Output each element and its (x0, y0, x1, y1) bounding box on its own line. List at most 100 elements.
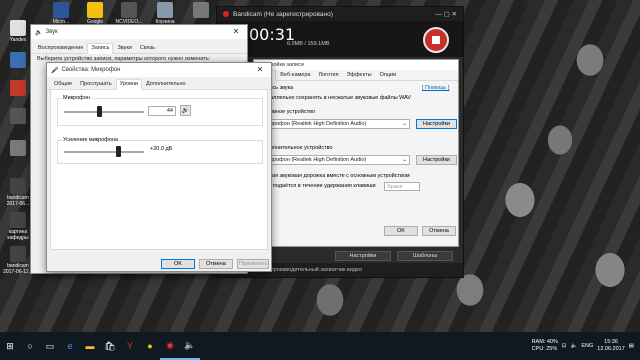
sound-taskbar-icon[interactable]: 🔈 (180, 332, 200, 360)
mic-tabs: Общие Прослушать Уровни Дополнительно (47, 79, 271, 90)
chevron-down-icon: ⌄ (402, 157, 407, 163)
clock[interactable]: 15:36 12.06.2017 (597, 339, 625, 353)
bandicam-cancel-button[interactable]: Отмена (422, 226, 456, 236)
desktop-icon[interactable]: Micro... (44, 2, 78, 25)
sound-tabs: Воспроизведение Запись Звуки Связь (31, 43, 247, 54)
mix-checkbox-label[interactable]: Общая звуковая дорожка вместе с основным… (260, 173, 410, 179)
mic-boost-track (64, 151, 144, 153)
extra-device-select[interactable]: Микрофон (Realtek High Definition Audio)… (260, 155, 410, 165)
desktop-icon[interactable] (184, 2, 218, 19)
folder-icon[interactable]: ▬ (80, 332, 100, 360)
desktop-app-icon (53, 2, 69, 18)
mic-boost-group: Усиление микрофона +20.0 дБ (57, 137, 263, 164)
mic-level-track (64, 111, 144, 113)
hold-key-field[interactable]: Space (384, 182, 420, 191)
mic-boost-slider[interactable] (115, 146, 121, 157)
notifications-icon[interactable]: ▤ (629, 343, 634, 349)
bandicam-tabs: ЗвукВеб-камераЛоготипЭффектыОпции (254, 70, 458, 81)
settings-footer-button[interactable]: Настройки (335, 251, 391, 261)
clock-time: 15:36 (604, 339, 618, 345)
mic-ok-button[interactable]: OK (161, 259, 195, 269)
desktop-app-icon (87, 2, 103, 18)
mic-boost-value: +20.0 дБ (150, 146, 173, 152)
sound-tab[interactable]: Связь (136, 43, 159, 53)
desktop-app-icon (193, 2, 209, 18)
hold-key-value: Space (387, 184, 403, 190)
language-indicator[interactable]: ENG (581, 343, 593, 349)
desktop-app-icon (10, 212, 26, 228)
desktop-app-icon (10, 178, 26, 194)
bandicam-ok-button[interactable]: OK (384, 226, 418, 236)
taskbar: ⊞ ○ ▭ e ▬ 🛍 Y ● ◉ 🔈 RAM: 40% CPU: 25% ⊡ … (0, 332, 640, 360)
chrome-icon[interactable]: ● (140, 332, 160, 360)
mic-level-slider[interactable] (97, 106, 103, 117)
sound-titlebar[interactable]: 🔈 Звук ✕ (31, 25, 247, 39)
mic-level-value: 44 (166, 108, 173, 114)
bandicam-tab[interactable]: Опции (376, 70, 401, 80)
mic-level-group: Микрофон 44 🔊 (57, 95, 263, 126)
network-icon[interactable]: ⊡ (562, 343, 567, 349)
mic-properties-window: 🎤 Свойства: Микрофон ✕ Общие Прослушать Ур… (46, 62, 272, 272)
sound-tab[interactable]: Воспроизведение (34, 43, 87, 53)
sound-tab[interactable]: Звуки (113, 43, 135, 53)
mic-tab[interactable]: Прослушать (76, 79, 116, 89)
desktop-icon[interactable]: Корзина (148, 2, 182, 25)
templates-footer-button[interactable]: Шаблоны (397, 251, 453, 261)
mic-title: Свойства: Микрофон (61, 67, 121, 73)
microphone-icon: 🎤 (51, 67, 59, 74)
volume-icon[interactable]: 🔈 (570, 343, 577, 349)
window-controls-icon[interactable]: — ▢ ✕ (435, 10, 463, 18)
edge-icon[interactable]: e (60, 332, 80, 360)
mic-cancel-button[interactable]: Отмена (199, 259, 233, 269)
bandicam-tab[interactable]: Логотип (314, 70, 342, 80)
speaker-icon: 🔈 (35, 29, 43, 36)
ram-usage: RAM: 40% (531, 339, 558, 345)
sound-tab[interactable]: Запись (87, 43, 114, 54)
close-icon[interactable]: ✕ (225, 25, 247, 39)
bandicam-tab[interactable]: Эффекты (343, 70, 376, 80)
mic-titlebar[interactable]: 🎤 Свойства: Микрофон ✕ (47, 63, 271, 77)
store-icon[interactable]: 🛍 (100, 332, 120, 360)
mic-tab[interactable]: Дополнительно (142, 79, 190, 89)
mic-boost-label: Усиление микрофона (62, 137, 119, 143)
mute-toggle-speaker-icon[interactable]: 🔊 (180, 105, 191, 116)
desktop-app-icon (157, 2, 173, 18)
record-size: 6.0MB / 159.1MB (287, 41, 330, 47)
task-view-icon[interactable]: ▭ (40, 332, 60, 360)
mic-tab[interactable]: Общие (50, 79, 76, 89)
bandicam-taskbar-icon[interactable]: ◉ (160, 332, 180, 360)
system-tray: RAM: 40% CPU: 25% ⊡ 🔈 ENG 15:36 12.06.20… (532, 339, 640, 353)
desktop-app-icon (10, 20, 26, 36)
desktop-icon[interactable]: NCVIDEO... (112, 2, 146, 25)
mic-apply-button[interactable]: Применить (237, 259, 269, 269)
search-icon[interactable]: ○ (20, 332, 40, 360)
help-link[interactable]: [ Помощь ] (422, 85, 449, 91)
clock-date: 12.06.2017 (597, 346, 625, 352)
desktop-app-icon (10, 246, 26, 262)
windows-start-icon[interactable]: ⊞ (0, 332, 20, 360)
desktop-app-icon (10, 52, 26, 68)
extra-device-value: Микрофон (Realtek High Definition Audio) (263, 157, 367, 163)
bandicam-title: Bandicam (Не зарегистрировано) (233, 10, 333, 18)
mic-tab[interactable]: Уровни (115, 79, 143, 90)
mic-level-label: Микрофон (62, 95, 91, 101)
cpu-usage: CPU: 25% (531, 346, 558, 352)
extra-device-settings-button[interactable]: Настройки (416, 155, 457, 165)
stop-record-button[interactable] (423, 27, 449, 53)
desktop-app-icon (10, 80, 26, 96)
hold-checkbox-label[interactable]: Звук подаётся в течение удержания клавиш… (260, 183, 376, 189)
close-icon[interactable]: ✕ (249, 63, 271, 77)
bandicam-settings-panel: Настройки записи ЗвукВеб-камераЛоготипЭф… (253, 59, 459, 247)
bandicam-titlebar[interactable]: Bandicam (Не зарегистрировано) — ▢ ✕ (217, 7, 463, 21)
main-device-settings-button[interactable]: Настройки (416, 119, 457, 129)
chevron-down-icon: ⌄ (402, 121, 407, 127)
bandicam-status-bar: 00:31 6.0MB / 159.1MB (217, 21, 463, 57)
sound-title: Звук (45, 29, 58, 35)
desktop-app-icon (121, 2, 137, 18)
main-device-select[interactable]: Микрофон (Realtek High Definition Audio)… (260, 119, 410, 129)
wav-checkbox-label[interactable]: Параллельно сохранять в несжатые звуковы… (260, 95, 411, 101)
bandicam-tab[interactable]: Веб-камера (276, 70, 314, 80)
mic-level-input[interactable]: 44 (148, 106, 176, 116)
main-device-value: Микрофон (Realtek High Definition Audio) (263, 121, 367, 127)
yandex-icon[interactable]: Y (120, 332, 140, 360)
